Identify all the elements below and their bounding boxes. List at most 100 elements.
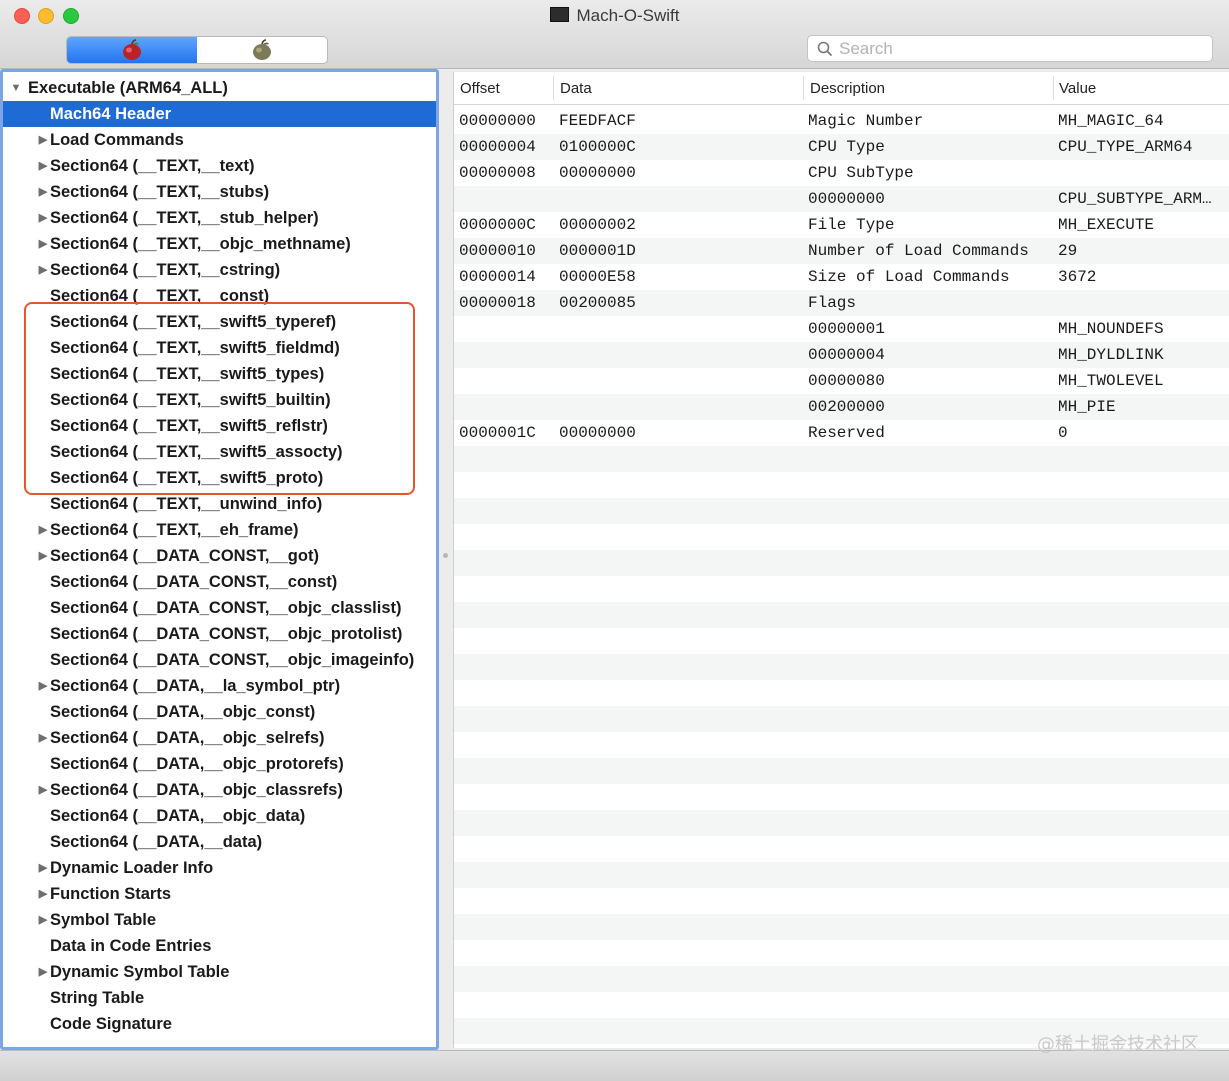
tree-item[interactable]: Section64 (__DATA,__objc_data) <box>3 803 436 829</box>
tree-item[interactable]: Section64 (__TEXT,__swift5_fieldmd) <box>3 335 436 361</box>
tree-item[interactable]: Mach64 Header <box>3 101 436 127</box>
disclosure-triangle-collapsed-icon[interactable]: ▶ <box>37 881 49 907</box>
disclosure-triangle-collapsed-icon[interactable]: ▶ <box>37 205 49 231</box>
table-row[interactable]: 0000001C 00000000 Reserved 0 <box>454 420 1229 446</box>
divider-handle-icon[interactable] <box>443 553 448 558</box>
column-header-description[interactable]: Description <box>810 80 885 97</box>
tree-item[interactable]: Section64 (__DATA_CONST,__objc_classlist… <box>3 595 436 621</box>
table-row[interactable]: 00000000 CPU_SUBTYPE_ARM… <box>454 186 1229 212</box>
tree-item[interactable]: ▶ Section64 (__TEXT,__stubs) <box>3 179 436 205</box>
column-header-data[interactable]: Data <box>560 80 592 97</box>
tree-item[interactable]: Section64 (__TEXT,__swift5_types) <box>3 361 436 387</box>
cell-data: 00000000 <box>559 424 636 442</box>
search-input[interactable] <box>839 38 1199 59</box>
cell-offset: 00000018 <box>459 294 536 312</box>
disclosure-triangle-collapsed-icon[interactable]: ▶ <box>37 959 49 985</box>
search-field[interactable] <box>807 35 1213 62</box>
structure-outline[interactable]: ▼ Executable (ARM64_ALL) Mach64 Header ▶ L… <box>0 69 439 1050</box>
tree-item[interactable]: Section64 (__DATA_CONST,__objc_imageinfo… <box>3 647 436 673</box>
split-view-divider[interactable] <box>439 69 453 1050</box>
row-stripe <box>454 498 1229 524</box>
tree-item-label: Data in Code Entries <box>50 937 212 955</box>
table-row[interactable]: 00000080 MH_TWOLEVEL <box>454 368 1229 394</box>
table-row[interactable]: 00000004 MH_DYLDLINK <box>454 342 1229 368</box>
tree-item-label: Section64 (__TEXT,__swift5_typeref) <box>50 313 337 331</box>
disclosure-triangle-collapsed-icon[interactable]: ▶ <box>37 543 49 569</box>
table-body: 00000000 FEEDFACF Magic Number MH_MAGIC_64 0… <box>454 108 1229 1048</box>
tree-item[interactable]: ▶ Dynamic Loader Info <box>3 855 436 881</box>
tree-item[interactable]: Section64 (__TEXT,__swift5_reflstr) <box>3 413 436 439</box>
raw-view-segment[interactable] <box>67 37 197 63</box>
cell-data: 0000001D <box>559 242 636 260</box>
tree-item[interactable]: Section64 (__TEXT,__swift5_typeref) <box>3 309 436 335</box>
tree-item-label: Section64 (__DATA_CONST,__objc_imageinfo… <box>50 651 415 669</box>
table-row[interactable]: 00000004 0100000C CPU Type CPU_TYPE_ARM64 <box>454 134 1229 160</box>
tree-item[interactable]: ▶ Dynamic Symbol Table <box>3 959 436 985</box>
table-row[interactable]: 0000000C 00000002 File Type MH_EXECUTE <box>454 212 1229 238</box>
tree-item[interactable]: ▶ Symbol Table <box>3 907 436 933</box>
table-row[interactable]: 00000000 FEEDFACF Magic Number MH_MAGIC_64 <box>454 108 1229 134</box>
tree-item[interactable]: Section64 (__DATA,__data) <box>3 829 436 855</box>
table-row[interactable]: 00000008 00000000 CPU SubType <box>454 160 1229 186</box>
tree-item-label: Section64 (__TEXT,__stubs) <box>50 183 270 201</box>
tree-item[interactable]: ▶ Function Starts <box>3 881 436 907</box>
disclosure-triangle-collapsed-icon[interactable]: ▶ <box>37 673 49 699</box>
disclosure-triangle-collapsed-icon[interactable]: ▶ <box>37 725 49 751</box>
tree-item[interactable]: ▶ Section64 (__TEXT,__objc_methname) <box>3 231 436 257</box>
tree-item[interactable]: ▶ Section64 (__DATA_CONST,__got) <box>3 543 436 569</box>
tree-item[interactable]: ▶ Section64 (__TEXT,__text) <box>3 153 436 179</box>
row-stripe <box>454 446 1229 472</box>
tree-item[interactable]: ▶ Section64 (__DATA,__objc_selrefs) <box>3 725 436 751</box>
tree-item[interactable]: ▶ Section64 (__TEXT,__eh_frame) <box>3 517 436 543</box>
disclosure-triangle-collapsed-icon[interactable]: ▶ <box>37 855 49 881</box>
column-divider[interactable] <box>553 76 554 100</box>
table-row[interactable]: 00000001 MH_NOUNDEFS <box>454 316 1229 342</box>
table-row[interactable]: 00000014 00000E58 Size of Load Commands 367… <box>454 264 1229 290</box>
cell-data: 0100000C <box>559 138 636 156</box>
tree-item-label: Section64 (__DATA,__objc_const) <box>50 703 316 721</box>
disclosure-triangle-collapsed-icon[interactable]: ▶ <box>37 127 49 153</box>
column-divider[interactable] <box>803 76 804 100</box>
disclosure-triangle-collapsed-icon[interactable]: ▶ <box>37 517 49 543</box>
disclosure-triangle-collapsed-icon[interactable]: ▶ <box>37 777 49 803</box>
tree-item[interactable]: ▶ Section64 (__TEXT,__stub_helper) <box>3 205 436 231</box>
cell-data: 00000E58 <box>559 268 636 286</box>
cell-value: 3672 <box>1058 268 1097 286</box>
disclosure-triangle-collapsed-icon[interactable]: ▶ <box>37 179 49 205</box>
disclosure-triangle-expanded-icon[interactable]: ▼ <box>10 75 22 101</box>
table-row[interactable]: 00000010 0000001D Number of Load Commands 2… <box>454 238 1229 264</box>
tree-item[interactable]: Section64 (__TEXT,__swift5_builtin) <box>3 387 436 413</box>
view-mode-segmented-control[interactable] <box>66 36 328 64</box>
cell-description: CPU Type <box>808 138 885 156</box>
tree-item[interactable]: Section64 (__DATA_CONST,__objc_protolist… <box>3 621 436 647</box>
tree-item[interactable]: Section64 (__DATA,__objc_protorefs) <box>3 751 436 777</box>
tree-item[interactable]: String Table <box>3 985 436 1011</box>
tree-root-executable[interactable]: ▼ Executable (ARM64_ALL) <box>3 75 436 101</box>
tree-item[interactable]: Section64 (__TEXT,__const) <box>3 283 436 309</box>
tree-item[interactable]: Section64 (__DATA,__objc_const) <box>3 699 436 725</box>
column-header-value[interactable]: Value <box>1059 80 1096 97</box>
tree-item[interactable]: Section64 (__TEXT,__swift5_proto) <box>3 465 436 491</box>
tree-item-label: Section64 (__DATA_CONST,__objc_protolist… <box>50 625 403 643</box>
tree-item[interactable]: Data in Code Entries <box>3 933 436 959</box>
table-row[interactable]: 00000018 00200085 Flags <box>454 290 1229 316</box>
tree-item[interactable]: ▶ Section64 (__DATA,__la_symbol_ptr) <box>3 673 436 699</box>
tree-item[interactable]: ▶ Load Commands <box>3 127 436 153</box>
disclosure-triangle-collapsed-icon[interactable]: ▶ <box>37 153 49 179</box>
tree-item[interactable]: Code Signature <box>3 1011 436 1037</box>
tree-item[interactable]: Section64 (__TEXT,__swift5_assocty) <box>3 439 436 465</box>
tree-item[interactable]: ▶ Section64 (__TEXT,__cstring) <box>3 257 436 283</box>
tree-item[interactable]: ▶ Section64 (__DATA,__objc_classrefs) <box>3 777 436 803</box>
column-header-offset[interactable]: Offset <box>460 80 500 97</box>
disclosure-triangle-collapsed-icon[interactable]: ▶ <box>37 257 49 283</box>
disclosure-triangle-collapsed-icon[interactable]: ▶ <box>37 907 49 933</box>
cell-description: Size of Load Commands <box>808 268 1010 286</box>
disclosure-triangle-collapsed-icon[interactable]: ▶ <box>37 231 49 257</box>
column-divider[interactable] <box>1053 76 1054 100</box>
tree-item[interactable]: Section64 (__DATA_CONST,__const) <box>3 569 436 595</box>
table-row[interactable]: 00200000 MH_PIE <box>454 394 1229 420</box>
rva-view-segment[interactable] <box>197 37 327 63</box>
row-stripe <box>454 758 1229 784</box>
cell-offset: 0000000C <box>459 216 536 234</box>
tree-item[interactable]: Section64 (__TEXT,__unwind_info) <box>3 491 436 517</box>
